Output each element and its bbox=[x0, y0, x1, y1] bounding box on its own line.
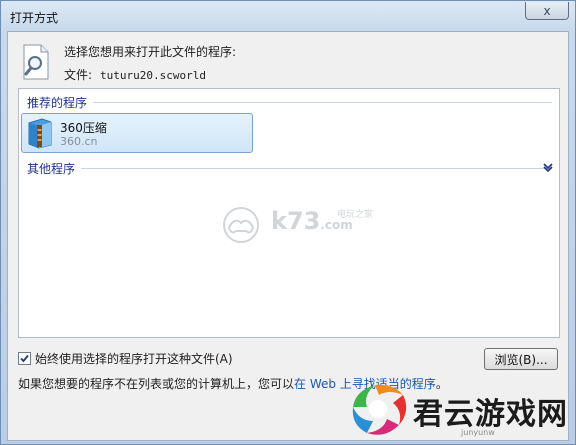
file-label: 文件: bbox=[64, 68, 93, 82]
gamepad-icon bbox=[223, 207, 259, 243]
open-with-dialog: 打开方式 x 选择您想用来打开此文件的程序: 文件: tuturu20.scwor… bbox=[0, 0, 576, 445]
file-info: 文件: tuturu20.scworld bbox=[64, 66, 206, 83]
close-icon: x bbox=[543, 3, 551, 18]
brand-name: 君云游戏网 bbox=[413, 397, 568, 432]
group-divider bbox=[93, 102, 552, 103]
browse-button[interactable]: 浏览(B)... bbox=[484, 348, 558, 370]
program-name: 360压缩 bbox=[60, 121, 107, 135]
brand-logo-icon bbox=[352, 384, 407, 435]
group-divider bbox=[81, 168, 552, 169]
site-brand-watermark: 君云游戏网 junyunw bbox=[341, 379, 571, 441]
dialog-prompt: 选择您想用来打开此文件的程序: bbox=[64, 45, 237, 59]
help-prefix: 如果您想要的程序不在列表或您的计算机上，您可以 bbox=[18, 377, 295, 391]
recommended-programs-header[interactable]: 推荐的程序 bbox=[27, 94, 552, 111]
file-name: tuturu20.scworld bbox=[100, 69, 207, 82]
always-use-row[interactable]: 始终使用选择的程序打开这种文件(A) bbox=[18, 350, 233, 367]
program-list[interactable]: 推荐的程序 360压缩 360.cn 其他程序 k73.com 电玩之家 bbox=[18, 88, 560, 338]
360-zip-icon bbox=[28, 118, 52, 149]
other-programs-label: 其他程序 bbox=[27, 162, 76, 176]
close-button[interactable]: x bbox=[525, 2, 569, 20]
program-publisher: 360.cn bbox=[60, 135, 98, 148]
brand-sub: junyunw bbox=[461, 428, 495, 437]
recommended-programs-label: 推荐的程序 bbox=[27, 96, 88, 110]
always-use-checkbox[interactable] bbox=[18, 352, 31, 365]
window-title: 打开方式 bbox=[10, 11, 59, 25]
file-search-icon bbox=[23, 44, 49, 80]
title-bar[interactable]: 打开方式 x bbox=[1, 1, 575, 31]
watermark-sub: 电玩之家 bbox=[337, 210, 374, 220]
always-use-label: 始终使用选择的程序打开这种文件(A) bbox=[35, 352, 233, 366]
program-item-360zip[interactable]: 360压缩 360.cn bbox=[21, 113, 253, 153]
chevron-down-icon[interactable] bbox=[541, 161, 555, 173]
other-programs-header[interactable]: 其他程序 bbox=[27, 160, 552, 177]
watermark: k73.com 电玩之家 bbox=[219, 201, 399, 251]
checkmark-icon bbox=[20, 354, 29, 363]
